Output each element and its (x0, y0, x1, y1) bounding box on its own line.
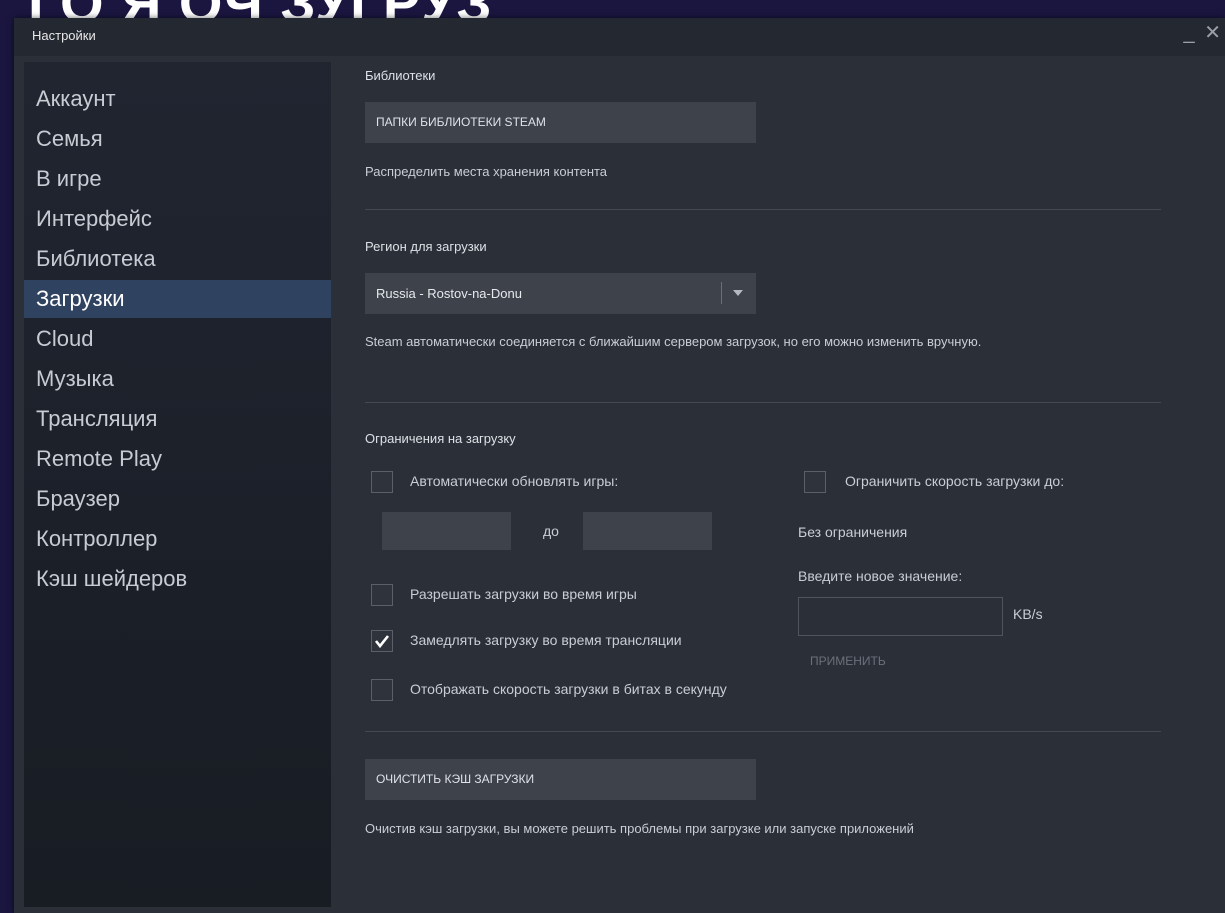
current-limit-value: Без ограничения (798, 524, 908, 540)
minimize-button[interactable]: _ (1184, 22, 1197, 44)
allow-download-in-game-checkbox[interactable] (371, 584, 393, 606)
limit-bandwidth-checkbox[interactable] (804, 471, 826, 493)
downloads-settings-panel: Библиотеки ПАПКИ БИБЛИОТЕКИ STEAM Распре… (351, 56, 1225, 913)
download-region-heading: Регион для загрузки (365, 239, 487, 254)
steam-library-folders-button[interactable]: ПАПКИ БИБЛИОТЕКИ STEAM (365, 102, 756, 143)
sidebar-item-cloud[interactable]: Cloud (24, 320, 331, 358)
apply-bandwidth-button[interactable]: ПРИМЕНИТЬ (810, 654, 886, 668)
auto-update-label: Автоматически обновлять игры: (410, 473, 619, 489)
sidebar-item-interface[interactable]: Интерфейс (24, 200, 331, 238)
bandwidth-value-input[interactable] (798, 597, 1003, 636)
sidebar-item-browser[interactable]: Браузер (24, 480, 331, 518)
divider (365, 209, 1161, 210)
download-region-select[interactable]: Russia - Rostov-na-Donu (365, 273, 756, 314)
window-controls: _ ✕ (1184, 20, 1223, 45)
sidebar-item-family[interactable]: Семья (24, 120, 331, 158)
title-bar: Настройки _ ✕ (14, 18, 1225, 56)
libraries-description: Распределить места хранения контента (365, 164, 608, 179)
auto-update-time-from[interactable] (382, 512, 511, 550)
divider (365, 731, 1161, 732)
time-range-separator: до (543, 523, 559, 539)
sidebar-item-downloads[interactable]: Загрузки (24, 280, 331, 318)
new-value-label: Введите новое значение: (798, 568, 963, 584)
auto-update-time-to[interactable] (583, 512, 712, 550)
throttle-during-broadcast-checkbox[interactable] (371, 630, 393, 652)
sidebar-item-in-game[interactable]: В игре (24, 160, 331, 198)
settings-sidebar: Аккаунт Семья В игре Интерфейс Библиотек… (24, 62, 331, 907)
sidebar-item-music[interactable]: Музыка (24, 360, 331, 398)
region-description: Steam автоматически соединяется с ближай… (365, 334, 982, 349)
allow-download-in-game-label: Разрешать загрузки во время игры (410, 586, 637, 602)
limit-bandwidth-label: Ограничить скорость загрузки до: (845, 473, 1065, 489)
settings-window: Настройки _ ✕ Аккаунт Семья В игре Интер… (14, 18, 1225, 913)
clear-download-cache-button[interactable]: ОЧИСТИТЬ КЭШ ЗАГРУЗКИ (365, 759, 756, 800)
clear-cache-description: Очистив кэш загрузки, вы можете решить п… (365, 821, 914, 836)
checkmark-icon (374, 635, 390, 649)
show-bits-per-second-checkbox[interactable] (371, 679, 393, 701)
download-region-value: Russia - Rostov-na-Donu (376, 286, 522, 301)
download-limits-heading: Ограничения на загрузку (365, 431, 516, 446)
sidebar-item-shader-cache[interactable]: Кэш шейдеров (24, 560, 331, 598)
sidebar-item-account[interactable]: Аккаунт (24, 80, 331, 118)
divider (365, 402, 1161, 403)
show-bits-per-second-label: Отображать скорость загрузки в битах в с… (410, 681, 727, 697)
sidebar-item-library[interactable]: Библиотека (24, 240, 331, 278)
close-button[interactable]: ✕ (1204, 22, 1223, 44)
bandwidth-unit: KB/s (1013, 606, 1043, 622)
dropdown-separator (721, 282, 722, 304)
sidebar-item-controller[interactable]: Контроллер (24, 520, 331, 558)
sidebar-item-remote-play[interactable]: Remote Play (24, 440, 331, 478)
auto-update-checkbox[interactable] (371, 471, 393, 493)
libraries-heading: Библиотеки (365, 68, 436, 83)
throttle-during-broadcast-label: Замедлять загрузку во время трансляции (410, 632, 682, 648)
chevron-down-icon (733, 290, 743, 296)
window-title: Настройки (32, 28, 96, 43)
sidebar-item-broadcast[interactable]: Трансляция (24, 400, 331, 438)
